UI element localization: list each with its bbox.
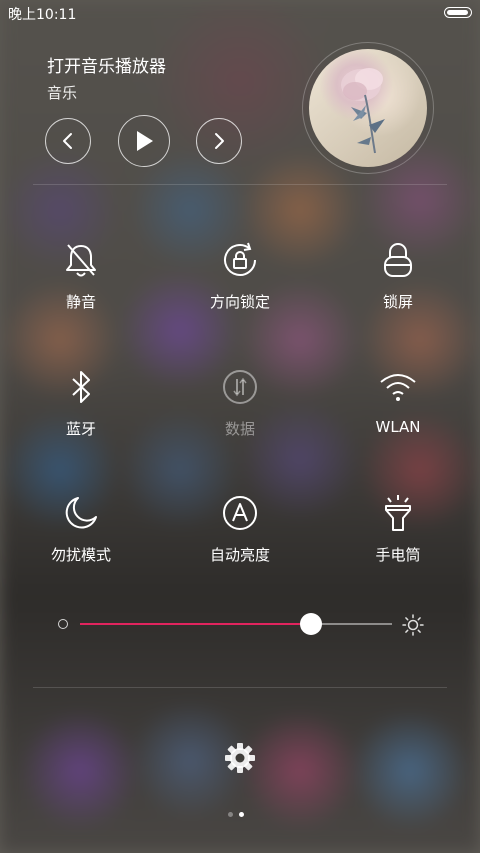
settings-gear-icon[interactable] bbox=[224, 742, 256, 774]
brightness-low-icon bbox=[58, 619, 68, 629]
auto-brightness-icon bbox=[220, 493, 260, 533]
toggle-bluetooth[interactable]: 蓝牙 bbox=[21, 367, 141, 439]
moon-icon bbox=[61, 493, 101, 533]
play-button[interactable] bbox=[118, 115, 170, 167]
lock-icon bbox=[378, 240, 418, 280]
toggle-lock-screen[interactable]: 锁屏 bbox=[338, 240, 458, 312]
toggle-rotation-lock[interactable]: 方向锁定 bbox=[180, 240, 300, 312]
previous-button[interactable] bbox=[45, 118, 91, 164]
chevron-left-icon bbox=[63, 133, 72, 149]
toggle-label: 方向锁定 bbox=[209, 293, 270, 311]
divider-bottom bbox=[33, 687, 447, 688]
brightness-slider[interactable] bbox=[80, 613, 392, 635]
flower-artwork bbox=[341, 68, 385, 154]
toggle-mobile-data[interactable]: 数据 bbox=[180, 367, 300, 439]
divider-top bbox=[33, 184, 447, 185]
brightness-slider-fill bbox=[80, 623, 311, 625]
page-dot bbox=[239, 812, 244, 817]
toggle-label: WLAN bbox=[375, 418, 421, 436]
music-subtitle: 音乐 bbox=[47, 84, 78, 102]
rotation-lock-icon bbox=[220, 240, 260, 280]
page-indicator bbox=[228, 812, 244, 817]
next-button[interactable] bbox=[196, 118, 242, 164]
album-art[interactable] bbox=[309, 49, 427, 167]
toggle-mute[interactable]: 静音 bbox=[21, 240, 141, 312]
toggle-do-not-disturb[interactable]: 勿扰模式 bbox=[21, 493, 141, 565]
toggle-label: 蓝牙 bbox=[65, 420, 96, 438]
toggle-wlan[interactable]: WLAN bbox=[338, 367, 458, 436]
battery-icon bbox=[444, 7, 472, 18]
flashlight-icon bbox=[378, 493, 418, 533]
toggle-label: 静音 bbox=[65, 293, 96, 311]
music-title[interactable]: 打开音乐播放器 bbox=[47, 52, 166, 77]
chevron-right-icon bbox=[215, 133, 224, 149]
toggle-flashlight[interactable]: 手电筒 bbox=[338, 493, 458, 565]
toggle-auto-brightness[interactable]: 自动亮度 bbox=[180, 493, 300, 565]
toggle-label: 自动亮度 bbox=[209, 546, 270, 564]
mobile-data-icon bbox=[220, 367, 260, 407]
wifi-icon bbox=[378, 367, 418, 407]
play-icon bbox=[137, 131, 153, 151]
bell-off-icon bbox=[61, 240, 101, 280]
status-time: 晚上10:11 bbox=[8, 7, 77, 23]
toggle-label: 手电筒 bbox=[375, 546, 421, 564]
toggle-label: 勿扰模式 bbox=[50, 546, 111, 564]
brightness-high-icon bbox=[402, 614, 424, 636]
brightness-slider-thumb[interactable] bbox=[299, 613, 322, 635]
toggle-label: 数据 bbox=[224, 420, 255, 438]
toggle-label: 锁屏 bbox=[382, 293, 413, 311]
bluetooth-icon bbox=[61, 367, 101, 407]
page-dot bbox=[228, 812, 233, 817]
